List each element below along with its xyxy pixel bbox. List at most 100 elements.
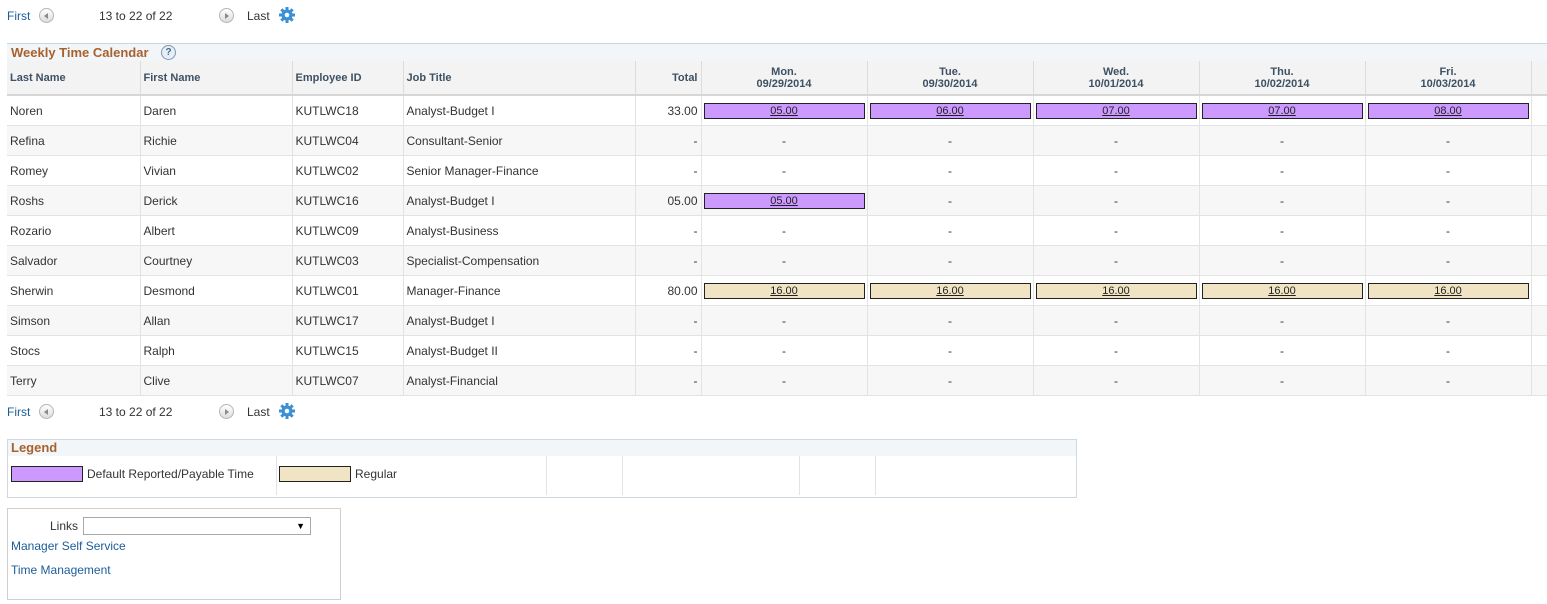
previous-arrow-icon[interactable] (39, 404, 54, 419)
time-management-link[interactable]: Time Management (11, 563, 111, 577)
day-hours-cell: - (1033, 305, 1200, 336)
day-hours-cell: 16.00 (701, 275, 868, 306)
total-cell: 05.00 (635, 185, 702, 216)
reported-time-link[interactable]: 06.00 (869, 102, 1031, 119)
day-hours-cell: - (867, 245, 1034, 276)
empty-hours: - (1114, 193, 1118, 208)
total-cell: - (635, 155, 702, 186)
col-first-name: First Name (140, 61, 293, 96)
col-day: Thu. 10/02/2014 (1199, 61, 1366, 96)
total-cell: - (635, 335, 702, 366)
empty-hours: - (1446, 133, 1450, 148)
last-name-cell: Terry (7, 365, 141, 396)
next-arrow-icon[interactable] (219, 404, 234, 419)
regular-time-link[interactable]: 16.00 (1367, 282, 1529, 299)
first-name-cell: Richie (140, 125, 293, 156)
help-icon[interactable]: ? (161, 45, 176, 60)
empty-hours: - (1446, 373, 1450, 388)
day-name: Fri. (1439, 65, 1457, 78)
spacer-cell (1531, 215, 1547, 246)
reported-time-link[interactable]: 05.00 (703, 192, 865, 209)
reported-time-link[interactable]: 07.00 (1201, 102, 1363, 119)
legend-empty-cell (547, 456, 623, 495)
day-hours-cell: - (1033, 155, 1200, 186)
empty-hours: - (782, 133, 786, 148)
day-hours-cell: 07.00 (1033, 95, 1200, 126)
day-hours-cell: 16.00 (867, 275, 1034, 306)
table-row: Stocs Ralph KUTLWC15 Analyst-Budget II - - - - -… (7, 335, 1547, 366)
top-pagination: First 13 to 22 of 22 Last (0, 6, 320, 26)
day-hours-cell: - (1365, 215, 1532, 246)
day-hours-cell: - (867, 125, 1034, 156)
links-panel: Links ▼ Manager Self Service Time Manage… (7, 508, 341, 600)
day-hours-cell: - (867, 185, 1034, 216)
day-hours-cell: 05.00 (701, 95, 868, 126)
grid-title: Weekly Time Calendar (11, 45, 149, 60)
employee-id-cell: KUTLWC07 (292, 365, 404, 396)
day-hours-cell: 08.00 (1365, 95, 1532, 126)
day-hours-cell: - (867, 215, 1034, 246)
dropdown-arrow-icon: ▼ (296, 521, 305, 531)
day-hours-cell: - (1199, 155, 1366, 186)
col-job-title: Job Title (403, 61, 636, 96)
regular-time-link[interactable]: 16.00 (703, 282, 865, 299)
links-dropdown[interactable]: ▼ (83, 517, 311, 535)
day-hours-cell: - (1365, 305, 1532, 336)
header-row: Last Name First Name Employee ID Job Tit… (7, 61, 1547, 96)
empty-hours: - (782, 163, 786, 178)
col-last-name: Last Name (7, 61, 141, 96)
reported-time-link[interactable]: 08.00 (1367, 102, 1529, 119)
employee-id-cell: KUTLWC15 (292, 335, 404, 366)
regular-time-link[interactable]: 16.00 (1035, 282, 1197, 299)
legend-panel: Legend Default Reported/Payable Time Reg… (7, 439, 1077, 498)
first-link[interactable]: First (7, 9, 30, 23)
day-hours-cell: - (867, 305, 1034, 336)
previous-arrow-icon[interactable] (39, 8, 54, 23)
employee-id-cell: KUTLWC17 (292, 305, 404, 336)
empty-hours: - (1446, 253, 1450, 268)
empty-hours: - (1446, 193, 1450, 208)
last-link: Last (247, 9, 270, 23)
regular-time-link[interactable]: 16.00 (869, 282, 1031, 299)
reported-time-link[interactable]: 05.00 (703, 102, 865, 119)
day-hours-cell: - (1199, 305, 1366, 336)
col-total: Total (635, 61, 702, 96)
table-row: Sherwin Desmond KUTLWC01 Manager-Finance 80.… (7, 275, 1547, 306)
manager-self-service-link[interactable]: Manager Self Service (11, 539, 126, 553)
first-name-cell: Albert (140, 215, 293, 246)
total-cell: - (635, 305, 702, 336)
gear-icon[interactable] (278, 6, 296, 27)
empty-hours: - (948, 193, 952, 208)
empty-hours: - (1446, 343, 1450, 358)
day-hours-cell: - (1199, 215, 1366, 246)
col-employee-id: Employee ID (292, 61, 404, 96)
empty-hours: - (782, 253, 786, 268)
reported-time-link[interactable]: 07.00 (1035, 102, 1197, 119)
col-day: Tue. 09/30/2014 (867, 61, 1034, 96)
spacer-cell (1531, 245, 1547, 276)
table-row: Salvador Courtney KUTLWC03 Specialist-Compe… (7, 245, 1547, 276)
empty-hours: - (782, 313, 786, 328)
regular-time-link[interactable]: 16.00 (1201, 282, 1363, 299)
col-spacer (1531, 61, 1547, 96)
day-hours-cell: - (1199, 125, 1366, 156)
day-hours-cell: - (1199, 335, 1366, 366)
legend-title-bar: Legend (8, 440, 1076, 456)
spacer-cell (1531, 305, 1547, 336)
day-hours-cell: - (1365, 245, 1532, 276)
empty-hours: - (948, 163, 952, 178)
empty-hours: - (948, 313, 952, 328)
empty-hours: - (1280, 193, 1284, 208)
total-cell: - (635, 365, 702, 396)
job-title-cell: Analyst-Business (403, 215, 636, 246)
empty-hours: - (1280, 343, 1284, 358)
spacer-cell (1531, 335, 1547, 366)
table-row: Terry Clive KUTLWC07 Analyst-Financial - - - - -… (7, 365, 1547, 396)
legend-item-default: Default Reported/Payable Time (8, 456, 277, 495)
empty-hours: - (948, 343, 952, 358)
first-link[interactable]: First (7, 405, 30, 419)
grid-title-bar: Weekly Time Calendar ? (7, 44, 1547, 61)
gear-icon[interactable] (278, 402, 296, 423)
day-hours-cell: - (1033, 185, 1200, 216)
next-arrow-icon[interactable] (219, 8, 234, 23)
